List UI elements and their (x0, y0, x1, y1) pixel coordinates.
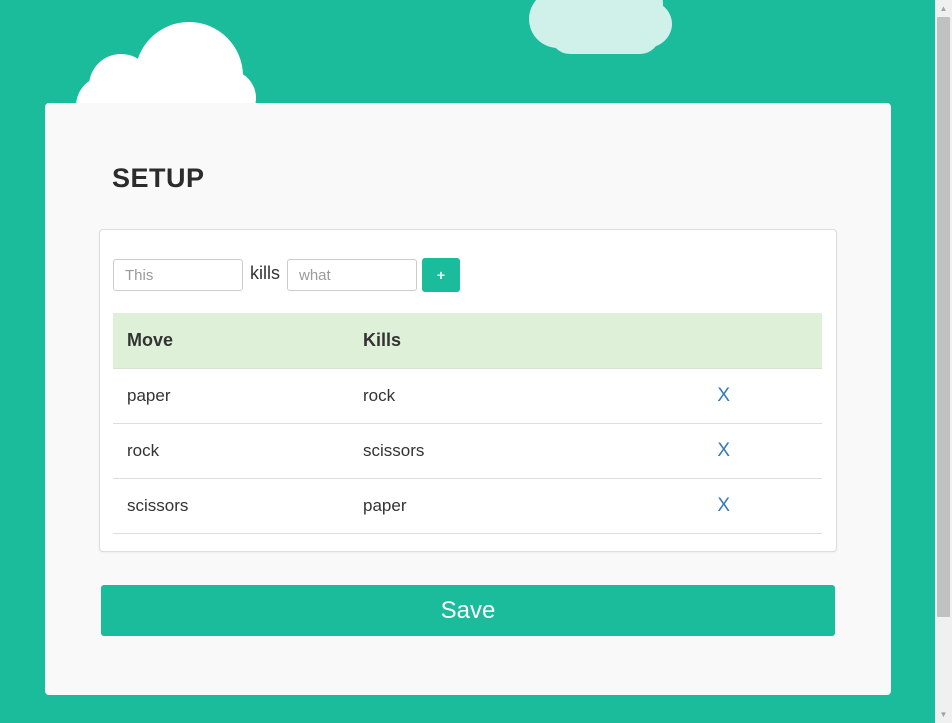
add-move-button[interactable]: + (422, 258, 460, 292)
move-cell: paper (113, 368, 349, 424)
kills-cell: paper (349, 478, 698, 534)
add-move-form: kills + (113, 258, 460, 292)
setup-card: SETUP kills + Move Kills pape (45, 103, 891, 695)
cloud-decoration-top (0, 0, 700, 60)
moves-table: Move Kills paper rock X rock scissors X (113, 313, 822, 534)
kills-label: kills (250, 262, 280, 283)
delete-row-button[interactable]: X (717, 440, 730, 461)
kills-cell: scissors (349, 423, 698, 479)
move-cell: rock (113, 423, 349, 479)
move-cell: scissors (113, 478, 349, 534)
delete-cell: X (698, 368, 822, 424)
delete-cell: X (698, 478, 822, 534)
table-row: rock scissors X (113, 423, 822, 479)
this-input[interactable] (113, 259, 243, 291)
table-row: scissors paper X (113, 478, 822, 534)
scroll-down-arrow-icon[interactable]: ▼ (935, 706, 952, 723)
vertical-scrollbar[interactable]: ▲ ▼ (935, 0, 952, 723)
moves-panel: kills + Move Kills paper rock X (99, 229, 837, 552)
what-input[interactable] (287, 259, 417, 291)
delete-row-button[interactable]: X (717, 495, 730, 516)
column-header-move: Move (113, 313, 349, 369)
save-button[interactable]: Save (101, 585, 835, 636)
column-header-actions (698, 313, 822, 369)
column-header-kills: Kills (349, 313, 698, 369)
delete-cell: X (698, 423, 822, 479)
scroll-up-arrow-icon[interactable]: ▲ (935, 0, 952, 17)
delete-row-button[interactable]: X (717, 385, 730, 406)
page-title: SETUP (112, 163, 205, 193)
scrollbar-thumb[interactable] (937, 17, 950, 617)
kills-cell: rock (349, 368, 698, 424)
table-header-row: Move Kills (113, 313, 822, 369)
page-viewport: SETUP kills + Move Kills pape (0, 0, 935, 723)
table-row: paper rock X (113, 368, 822, 424)
